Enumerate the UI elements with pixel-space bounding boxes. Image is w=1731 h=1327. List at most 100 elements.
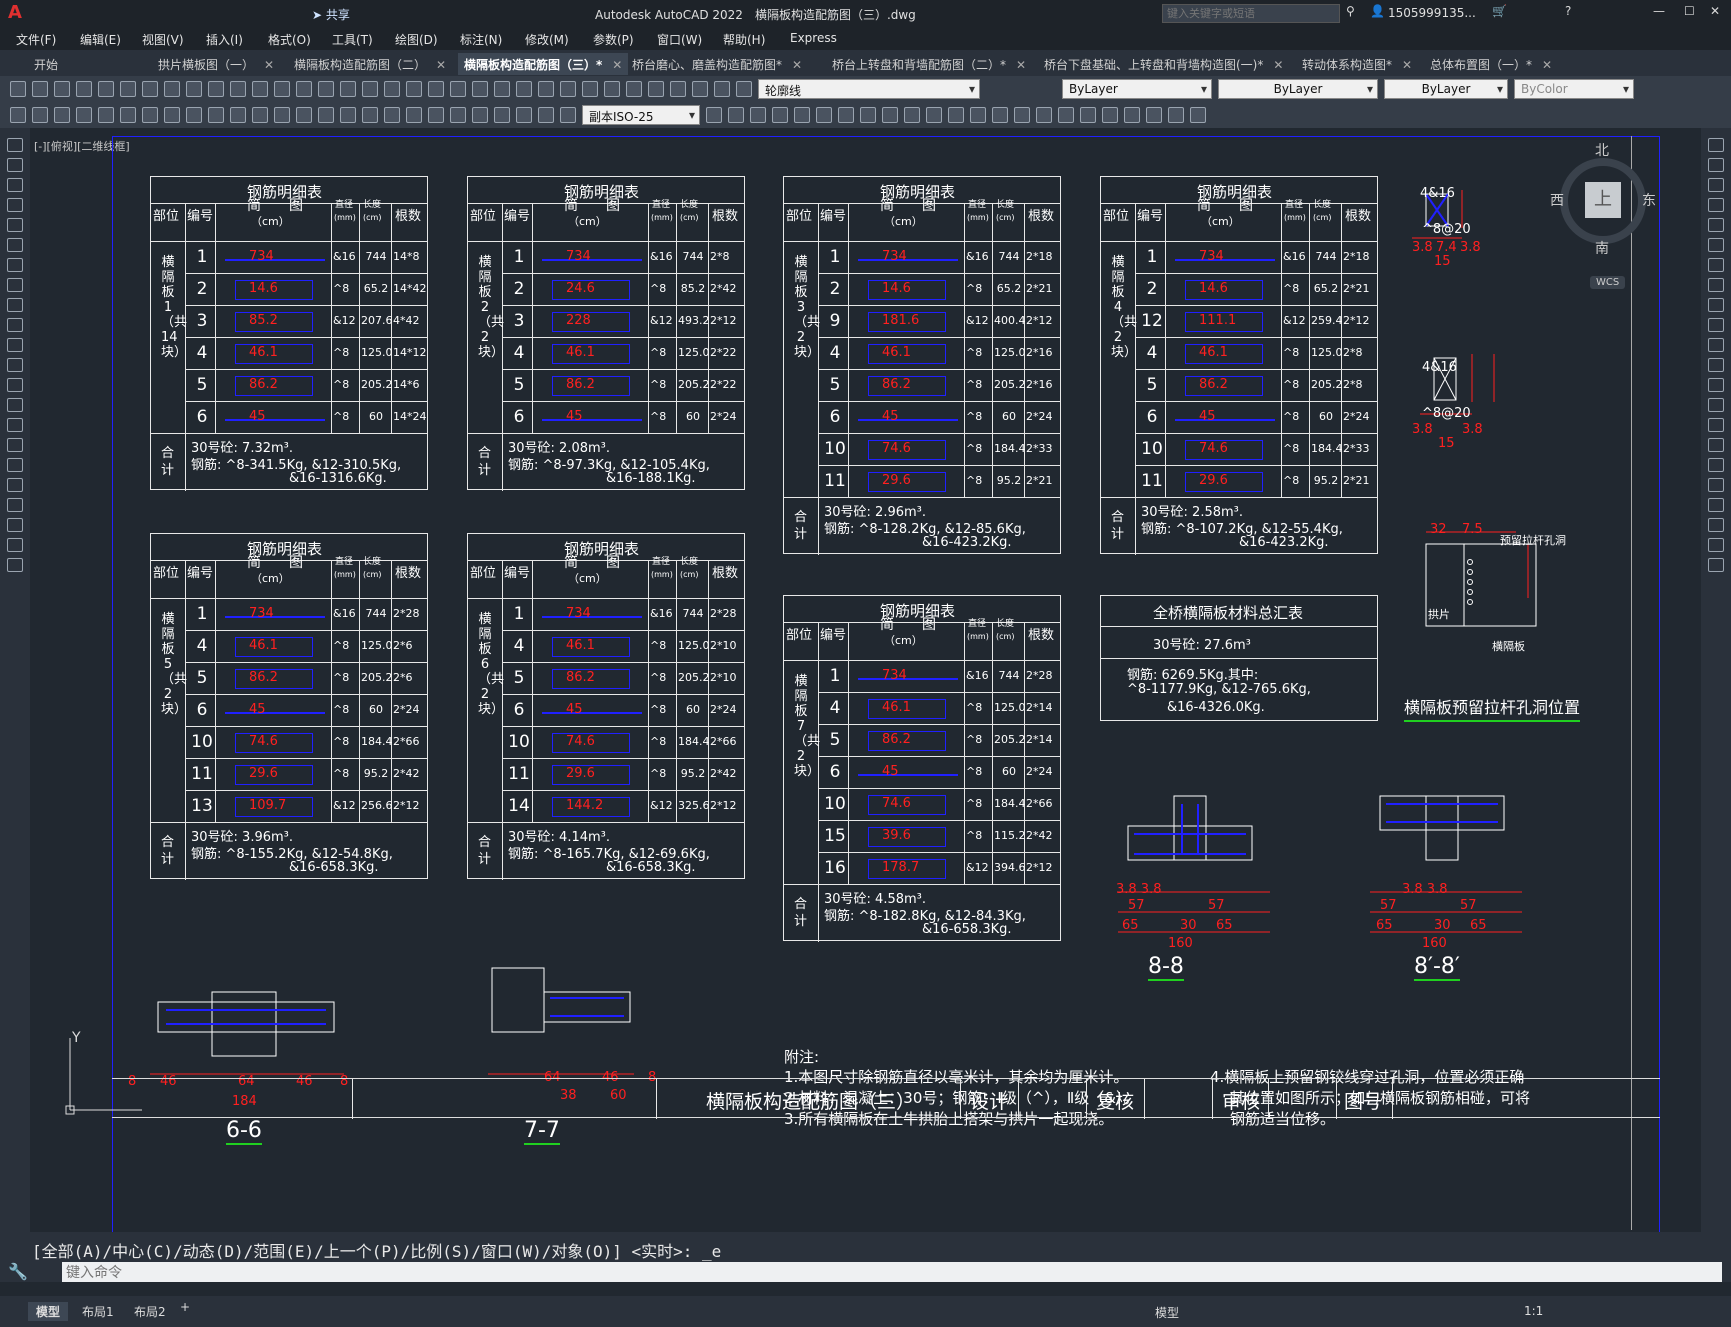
close-icon[interactable]: ✕	[436, 58, 446, 72]
toolbar-icon[interactable]	[252, 107, 268, 123]
menu-item[interactable]: 视图(V)	[142, 31, 184, 48]
toolbar-icon[interactable]	[626, 81, 642, 97]
close-icon[interactable]: ✕	[1016, 58, 1026, 72]
viewcube-top-face[interactable]: 上	[1585, 182, 1621, 218]
toolbar-icon[interactable]	[706, 107, 722, 123]
quick-access-toolbar[interactable]	[55, 6, 305, 22]
menu-item[interactable]: 插入(I)	[206, 31, 243, 48]
layer-dropdown[interactable]: 轮廓线 ▾	[758, 79, 980, 99]
menu-item[interactable]: 工具(T)	[332, 31, 373, 48]
toolbar-icon[interactable]	[750, 107, 766, 123]
linetype-dropdown[interactable]: ByLayer ▾	[1218, 79, 1378, 99]
modify-tool-icon[interactable]	[1708, 338, 1724, 352]
help-icon[interactable]: ?	[1565, 4, 1571, 18]
modify-tool-icon[interactable]	[1708, 378, 1724, 392]
draw-tool-icon[interactable]	[7, 238, 23, 252]
draw-tool-icon[interactable]	[7, 278, 23, 292]
toolbar-icon[interactable]	[516, 81, 532, 97]
toolbar-icon[interactable]	[948, 107, 964, 123]
close-button[interactable]: ✕	[1710, 4, 1720, 18]
toolbar-icon[interactable]	[728, 107, 744, 123]
toolbar-icon[interactable]	[76, 81, 92, 97]
toolbar-icon[interactable]	[120, 81, 136, 97]
modify-tool-icon[interactable]	[1708, 518, 1724, 532]
close-icon[interactable]: ✕	[264, 58, 274, 72]
menu-item[interactable]: 帮助(H)	[723, 31, 765, 48]
draw-tool-icon[interactable]	[7, 338, 23, 352]
toolbar-icon[interactable]	[428, 107, 444, 123]
toolbar-icon[interactable]	[648, 81, 664, 97]
dimstyle-dropdown[interactable]: 副本ISO-25 ▾	[582, 105, 700, 125]
toolbar-icon[interactable]	[98, 81, 114, 97]
annotation-scale[interactable]: 1:1	[1524, 1304, 1543, 1318]
toolbar-icon[interactable]	[318, 81, 334, 97]
toolbar-icon[interactable]	[10, 107, 26, 123]
draw-tool-icon[interactable]	[7, 438, 23, 452]
toolbar-icon[interactable]	[604, 81, 620, 97]
user-name[interactable]: 1505999135...	[1388, 6, 1476, 20]
toolbar-icon[interactable]	[318, 107, 334, 123]
toolbar-icon[interactable]	[164, 81, 180, 97]
cart-icon[interactable]: 🛒	[1492, 4, 1507, 18]
toolbar-icon[interactable]	[816, 107, 832, 123]
modify-tool-icon[interactable]	[1708, 418, 1724, 432]
toolbar-icon[interactable]	[252, 81, 268, 97]
toolbar-icon[interactable]	[32, 81, 48, 97]
toolbar-icon[interactable]	[1168, 107, 1184, 123]
viewcube-east[interactable]: 东	[1642, 190, 1656, 210]
toolbar-icon[interactable]	[274, 107, 290, 123]
toolbar-icon[interactable]	[904, 107, 920, 123]
menu-item[interactable]: 绘图(D)	[395, 31, 438, 48]
draw-tool-icon[interactable]	[7, 138, 23, 152]
draw-tool-icon[interactable]	[7, 538, 23, 552]
toolbar-icon[interactable]	[494, 81, 510, 97]
toolbar-icon[interactable]	[1036, 107, 1052, 123]
modify-tool-icon[interactable]	[1708, 218, 1724, 232]
maximize-button[interactable]: ☐	[1684, 4, 1695, 18]
drawing-canvas[interactable]: [-][俯视][二维线框] 钢筋明细表 部位 编号简 图（cm） 直径 (mm) 长度 (c…	[30, 128, 1701, 1234]
tab-document[interactable]: 横隔板构造配筋图（二） ✕	[288, 53, 452, 75]
modify-tool-icon[interactable]	[1708, 558, 1724, 572]
toolbar-icon[interactable]	[296, 81, 312, 97]
toolbar-icon[interactable]	[384, 107, 400, 123]
close-icon[interactable]: ✕	[1273, 58, 1283, 72]
toolbar-icon[interactable]	[450, 81, 466, 97]
toolbar-icon[interactable]	[120, 107, 136, 123]
search-input[interactable]	[1162, 4, 1340, 23]
modify-tool-icon[interactable]	[1708, 258, 1724, 272]
autocad-logo-icon[interactable]: A	[8, 2, 22, 23]
menu-item[interactable]: 窗口(W)	[657, 31, 702, 48]
toolbar-icon[interactable]	[860, 107, 876, 123]
modify-tool-icon[interactable]	[1708, 138, 1724, 152]
toolbar-icon[interactable]	[538, 81, 554, 97]
modify-tool-icon[interactable]	[1708, 538, 1724, 552]
draw-tool-icon[interactable]	[7, 218, 23, 232]
toolbar-icon[interactable]	[384, 81, 400, 97]
toolbar-icon[interactable]	[340, 81, 356, 97]
toolbar-icon[interactable]	[76, 107, 92, 123]
menu-item[interactable]: 格式(O)	[268, 31, 311, 48]
toolbar-icon[interactable]	[992, 107, 1008, 123]
draw-tool-icon[interactable]	[7, 258, 23, 272]
toolbar-icon[interactable]	[670, 81, 686, 97]
toolbar-icon[interactable]	[538, 107, 554, 123]
wrench-icon[interactable]: 🔧	[8, 1262, 28, 1281]
layout-tab[interactable]: 布局2	[126, 1302, 174, 1321]
draw-tool-icon[interactable]	[7, 478, 23, 492]
toolbar-icon[interactable]	[362, 81, 378, 97]
toolbar-icon[interactable]	[1080, 107, 1096, 123]
wcs-button[interactable]: WCS	[1590, 276, 1626, 289]
user-icon[interactable]: 👤	[1370, 4, 1385, 18]
draw-tool-icon[interactable]	[7, 318, 23, 332]
toolbar-icon[interactable]	[838, 107, 854, 123]
menu-item[interactable]: 文件(F)	[16, 31, 56, 48]
close-icon[interactable]: ✕	[1542, 58, 1552, 72]
add-layout-icon[interactable]: +	[180, 1300, 190, 1314]
viewcube[interactable]: 上 北 南 西 东 WCS	[1550, 143, 1656, 289]
draw-tool-icon[interactable]	[7, 398, 23, 412]
toolbar-icon[interactable]	[142, 81, 158, 97]
draw-tool-icon[interactable]	[7, 198, 23, 212]
lineweight-dropdown[interactable]: ByLayer ▾	[1384, 79, 1508, 99]
draw-tool-icon[interactable]	[7, 298, 23, 312]
toolbar-icon[interactable]	[208, 107, 224, 123]
